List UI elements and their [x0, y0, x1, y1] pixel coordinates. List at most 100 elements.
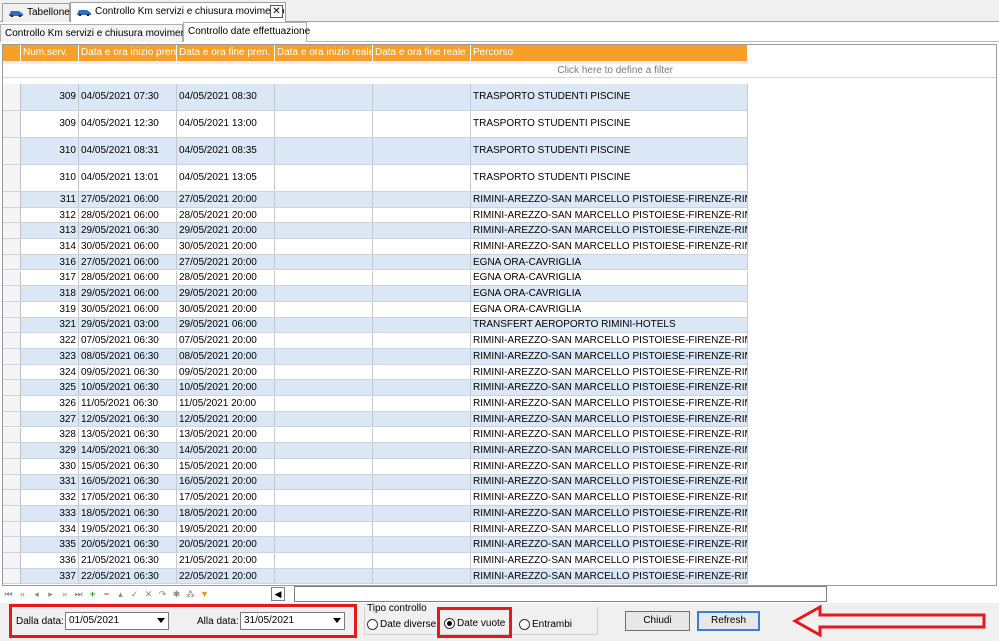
- table-cell[interactable]: 318: [21, 286, 79, 301]
- row-selector[interactable]: [3, 396, 21, 411]
- table-cell[interactable]: [373, 474, 471, 490]
- table-cell[interactable]: [275, 568, 373, 584]
- row-selector[interactable]: [3, 411, 21, 427]
- table-cell[interactable]: RIMINI-AREZZO-SAN MARCELLO PISTOIESE-FIR…: [471, 568, 748, 584]
- table-cell[interactable]: 329: [21, 443, 79, 458]
- table-cell[interactable]: 27/05/2021 20:00: [177, 254, 275, 270]
- table-cell[interactable]: 28/05/2021 06:00: [79, 270, 177, 286]
- table-cell[interactable]: 29/05/2021 06:00: [177, 317, 275, 333]
- row-selector[interactable]: [3, 301, 21, 317]
- table-row[interactable]: 335 20/05/2021 06:30 20/05/2021 20:00 RIMIN…: [3, 537, 748, 554]
- table-cell[interactable]: [373, 521, 471, 537]
- table-cell[interactable]: RIMINI-AREZZO-SAN MARCELLO PISTOIESE-FIR…: [471, 506, 748, 521]
- table-cell[interactable]: RIMINI-AREZZO-SAN MARCELLO PISTOIESE-FIR…: [471, 333, 748, 348]
- table-cell[interactable]: RIMINI-AREZZO-SAN MARCELLO PISTOIESE-FIR…: [471, 239, 748, 254]
- column-header[interactable]: Data e ora inizio pren.: [79, 45, 177, 61]
- row-selector[interactable]: [3, 111, 21, 137]
- table-row[interactable]: 313 29/05/2021 06:30 29/05/2021 20:00 RIMIN…: [3, 223, 748, 240]
- table-cell[interactable]: [373, 192, 471, 207]
- table-row[interactable]: 319 30/05/2021 06:00 30/05/2021 20:00 EGNA …: [3, 301, 748, 318]
- to-date-field[interactable]: 31/05/2021: [240, 612, 345, 630]
- table-cell[interactable]: [275, 111, 373, 137]
- table-cell[interactable]: 16/05/2021 06:30: [79, 474, 177, 490]
- table-cell[interactable]: [275, 411, 373, 427]
- table-cell[interactable]: 04/05/2021 13:00: [177, 111, 275, 137]
- row-selector[interactable]: [3, 380, 21, 396]
- table-cell[interactable]: [373, 254, 471, 270]
- table-cell[interactable]: [373, 111, 471, 137]
- table-cell[interactable]: 29/05/2021 06:30: [79, 223, 177, 239]
- tab-controllo-date[interactable]: Controllo date effettuazione: [183, 22, 310, 42]
- last-icon[interactable]: ⏭: [74, 588, 83, 600]
- filter-row[interactable]: Click here to define a filter: [3, 64, 996, 78]
- table-cell[interactable]: 11/05/2021 20:00: [177, 396, 275, 411]
- table-row[interactable]: 314 30/05/2021 06:00 30/05/2021 20:00 RIMIN…: [3, 239, 748, 255]
- table-cell[interactable]: 330: [21, 458, 79, 474]
- table-cell[interactable]: 319: [21, 301, 79, 317]
- delete-icon[interactable]: −: [102, 588, 111, 600]
- row-selector[interactable]: [3, 568, 21, 584]
- table-row[interactable]: 311 27/05/2021 06:00 27/05/2021 20:00 RIMIN…: [3, 192, 748, 208]
- table-cell[interactable]: RIMINI-AREZZO-SAN MARCELLO PISTOIESE-FIR…: [471, 396, 748, 411]
- row-selector[interactable]: [3, 364, 21, 380]
- table-row[interactable]: 309 04/05/2021 12:30 04/05/2021 13:00 TRASP…: [3, 111, 748, 138]
- table-cell[interactable]: [373, 537, 471, 553]
- table-cell[interactable]: 04/05/2021 13:01: [79, 165, 177, 191]
- table-cell[interactable]: 04/05/2021 13:05: [177, 165, 275, 191]
- table-cell[interactable]: 322: [21, 333, 79, 348]
- table-cell[interactable]: [275, 364, 373, 380]
- table-cell[interactable]: 28/05/2021 06:00: [79, 207, 177, 223]
- add-icon[interactable]: +: [88, 588, 97, 600]
- row-selector[interactable]: [3, 506, 21, 521]
- table-cell[interactable]: RIMINI-AREZZO-SAN MARCELLO PISTOIESE-FIR…: [471, 458, 748, 474]
- table-cell[interactable]: 12/05/2021 20:00: [177, 411, 275, 427]
- row-selector[interactable]: [3, 427, 21, 443]
- table-cell[interactable]: 19/05/2021 06:30: [79, 521, 177, 537]
- table-cell[interactable]: 313: [21, 223, 79, 239]
- table-cell[interactable]: EGNA ORA-CAVRIGLIA: [471, 286, 748, 301]
- table-cell[interactable]: RIMINI-AREZZO-SAN MARCELLO PISTOIESE-FIR…: [471, 192, 748, 207]
- table-cell[interactable]: 18/05/2021 06:30: [79, 506, 177, 521]
- table-cell[interactable]: 09/05/2021 06:30: [79, 364, 177, 380]
- table-cell[interactable]: 14/05/2021 20:00: [177, 443, 275, 458]
- table-row[interactable]: 323 08/05/2021 06:30 08/05/2021 20:00 RIMIN…: [3, 349, 748, 365]
- table-cell[interactable]: 309: [21, 111, 79, 137]
- table-cell[interactable]: 15/05/2021 20:00: [177, 458, 275, 474]
- row-selector[interactable]: [3, 223, 21, 239]
- table-cell[interactable]: 12/05/2021 06:30: [79, 411, 177, 427]
- row-selector[interactable]: [3, 270, 21, 286]
- row-selector[interactable]: [3, 192, 21, 207]
- table-cell[interactable]: [275, 84, 373, 110]
- table-cell[interactable]: 30/05/2021 20:00: [177, 239, 275, 254]
- table-cell[interactable]: TRASPORTO STUDENTI PISCINE: [471, 165, 748, 191]
- table-cell[interactable]: 20/05/2021 20:00: [177, 537, 275, 553]
- table-cell[interactable]: 22/05/2021 20:00: [177, 568, 275, 584]
- table-cell[interactable]: [275, 380, 373, 396]
- table-row[interactable]: 312 28/05/2021 06:00 28/05/2021 20:00 RIMIN…: [3, 207, 748, 224]
- table-row[interactable]: 317 28/05/2021 06:00 28/05/2021 20:00 EGNA …: [3, 270, 748, 287]
- filter-clear-icon[interactable]: ⁂: [186, 588, 195, 600]
- radio-date-vuote[interactable]: Date vuote: [444, 618, 505, 629]
- refresh-icon[interactable]: ↷: [158, 588, 167, 600]
- table-cell[interactable]: [373, 239, 471, 254]
- table-cell[interactable]: [373, 333, 471, 348]
- table-cell[interactable]: RIMINI-AREZZO-SAN MARCELLO PISTOIESE-FIR…: [471, 427, 748, 443]
- prev-icon[interactable]: ◂: [32, 588, 41, 600]
- row-selector[interactable]: [3, 521, 21, 537]
- column-header[interactable]: Num.serv.: [21, 45, 79, 61]
- table-cell[interactable]: [373, 506, 471, 521]
- table-cell[interactable]: 13/05/2021 06:30: [79, 427, 177, 443]
- table-cell[interactable]: 17/05/2021 20:00: [177, 490, 275, 505]
- table-cell[interactable]: [275, 239, 373, 254]
- row-selector[interactable]: [3, 165, 21, 191]
- table-cell[interactable]: [373, 84, 471, 110]
- table-cell[interactable]: [275, 427, 373, 443]
- table-cell[interactable]: 27/05/2021 06:00: [79, 254, 177, 270]
- row-selector[interactable]: [3, 490, 21, 505]
- chevron-down-icon[interactable]: [157, 618, 165, 623]
- table-row[interactable]: 326 11/05/2021 06:30 11/05/2021 20:00 RIMIN…: [3, 396, 748, 412]
- table-cell[interactable]: 335: [21, 537, 79, 553]
- table-cell[interactable]: [275, 301, 373, 317]
- table-cell[interactable]: [275, 254, 373, 270]
- table-cell[interactable]: RIMINI-AREZZO-SAN MARCELLO PISTOIESE-FIR…: [471, 223, 748, 239]
